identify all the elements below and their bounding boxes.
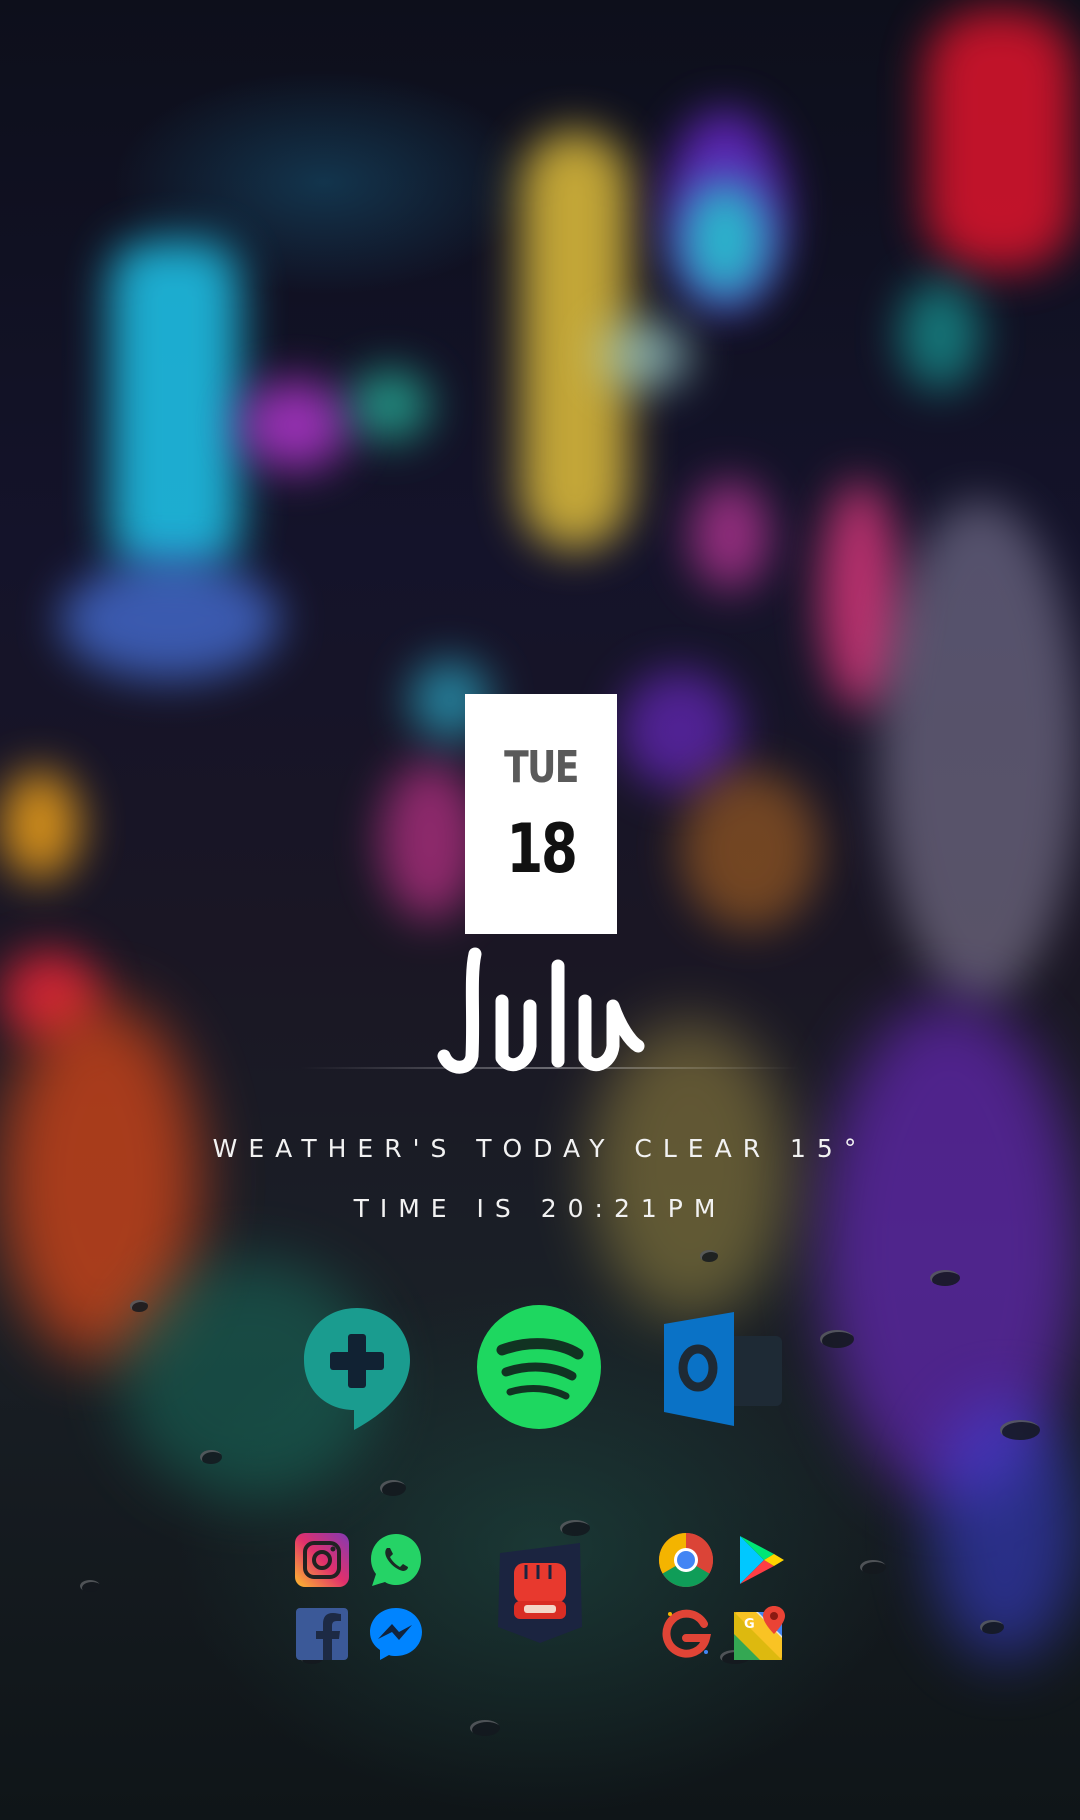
brand-script-logo: [437, 947, 645, 1074]
date-number-label: 18: [506, 810, 577, 889]
chrome-icon[interactable]: [656, 1530, 716, 1590]
play-store-icon[interactable]: [730, 1530, 790, 1590]
svg-text:G: G: [744, 1617, 755, 1632]
facebook-icon[interactable]: [292, 1604, 352, 1664]
whatsapp-icon[interactable]: [366, 1530, 426, 1590]
spotify-icon[interactable]: [474, 1302, 604, 1432]
outlook-icon[interactable]: [660, 1302, 790, 1432]
google-icon[interactable]: [656, 1604, 716, 1664]
messenger-icon[interactable]: [366, 1604, 426, 1664]
hangouts-icon[interactable]: [292, 1300, 422, 1430]
divider: [300, 1067, 800, 1069]
fist-icon[interactable]: [490, 1535, 590, 1645]
maps-icon[interactable]: G: [730, 1604, 790, 1664]
date-day-label: TUE: [504, 742, 579, 793]
weather-text: WEATHER'S TODAY CLEAR 15°: [212, 1134, 868, 1163]
date-widget[interactable]: TUE 18: [465, 694, 617, 934]
instagram-icon[interactable]: [292, 1530, 352, 1590]
time-text: TIME IS 20:21PM: [353, 1194, 727, 1223]
